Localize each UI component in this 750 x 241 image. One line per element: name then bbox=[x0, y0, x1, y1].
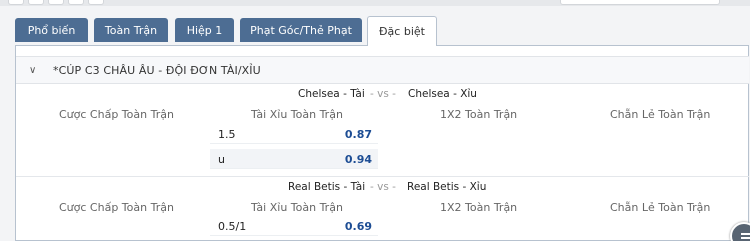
menu-icon[interactable] bbox=[730, 222, 750, 241]
col-handicap: Cược Chấp Toàn Trận bbox=[59, 201, 174, 214]
odds-panel: ∨ *CÚP C3 CHÂU ÂU - ĐỘI ĐƠN TÀI/XỈU Chel… bbox=[15, 45, 750, 241]
col-1x2: 1X2 Toàn Trận bbox=[440, 201, 518, 214]
vs-label: - vs - bbox=[370, 181, 396, 193]
league-section-header[interactable]: ∨ *CÚP C3 CHÂU ÂU - ĐỘI ĐƠN TÀI/XỈU bbox=[16, 56, 749, 84]
vs-label: - vs - bbox=[370, 88, 396, 100]
toolbar-button[interactable] bbox=[88, 0, 104, 5]
col-over-under: Tài Xỉu Toàn Trận bbox=[251, 108, 343, 121]
toolbar-button[interactable] bbox=[48, 0, 64, 5]
match-header: Real Betis - Tài - vs - Real Betis - Xỉu bbox=[16, 177, 749, 196]
home-team: Chelsea - Tài bbox=[298, 88, 365, 100]
tab-pho-bien[interactable]: Phổ biến bbox=[15, 18, 88, 42]
match-header: Chelsea - Tài - vs - Chelsea - Xỉu bbox=[16, 84, 749, 103]
tab-hiep-1[interactable]: Hiệp 1 bbox=[175, 18, 234, 42]
col-odd-even: Chẵn Lẻ Toàn Trận bbox=[610, 108, 711, 121]
toolbar-button[interactable] bbox=[8, 0, 24, 5]
away-team: Chelsea - Xỉu bbox=[408, 88, 477, 100]
tab-toan-tran[interactable]: Toàn Trận bbox=[94, 18, 168, 42]
toolbar-button[interactable] bbox=[68, 0, 84, 5]
col-handicap: Cược Chấp Toàn Trận bbox=[59, 108, 174, 121]
odds-cell[interactable]: 1.5 0.87 bbox=[210, 124, 378, 144]
home-team: Real Betis - Tài bbox=[288, 181, 366, 193]
col-1x2: 1X2 Toàn Trận bbox=[440, 108, 518, 121]
tab-phat-goc-the-phat[interactable]: Phạt Góc/Thẻ Phạt bbox=[240, 18, 362, 42]
ou-odds[interactable]: 0.87 bbox=[345, 128, 372, 141]
col-over-under: Tài Xỉu Toàn Trận bbox=[251, 201, 343, 214]
top-toolbar-strip bbox=[0, 0, 750, 6]
toolbar-button[interactable] bbox=[28, 0, 44, 5]
col-odd-even: Chẵn Lẻ Toàn Trận bbox=[610, 201, 711, 214]
chevron-down-icon[interactable]: ∨ bbox=[29, 65, 43, 76]
ou-line: u bbox=[218, 153, 225, 166]
toolbar-field[interactable] bbox=[560, 0, 720, 5]
odds-cell[interactable]: u 0.94 bbox=[210, 149, 378, 169]
away-team: Real Betis - Xỉu bbox=[407, 181, 487, 193]
ou-odds[interactable]: 0.69 bbox=[345, 220, 372, 233]
league-title: *CÚP C3 CHÂU ÂU - ĐỘI ĐƠN TÀI/XỈU bbox=[53, 63, 261, 77]
tab-dac-biet[interactable]: Đặc biệt bbox=[367, 16, 437, 46]
ou-odds[interactable]: 0.94 bbox=[345, 153, 372, 166]
ou-line: 0.5/1 bbox=[218, 220, 247, 233]
odds-cell[interactable]: 0.5/1 0.69 bbox=[210, 216, 378, 236]
ou-line: 1.5 bbox=[218, 128, 236, 141]
